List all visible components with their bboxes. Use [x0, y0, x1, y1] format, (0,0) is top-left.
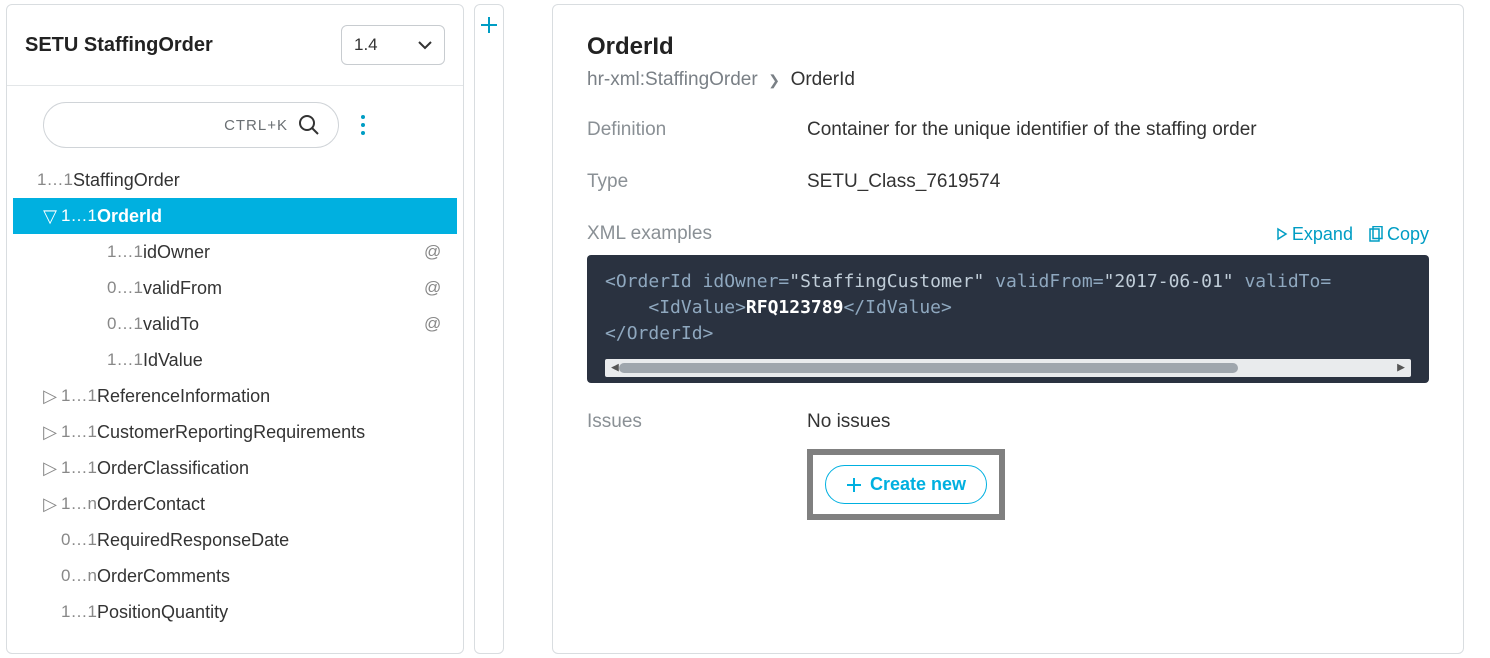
create-new-annotation: Create new [807, 449, 1005, 520]
copy-icon [1369, 226, 1383, 242]
tree-node-label: CustomerReportingRequirements [97, 422, 447, 443]
cardinality: 1…1 [61, 458, 97, 478]
chevron-down-icon [418, 40, 432, 50]
definition-row: Definition Container for the unique iden… [587, 119, 1429, 141]
tree-node-idOwner[interactable]: 1…1idOwner@ [13, 234, 457, 270]
xml-code-block: <OrderId idOwner="StaffingCustomer" vali… [587, 255, 1429, 383]
tree-node-label: RequiredResponseDate [97, 530, 447, 551]
type-row: Type SETU_Class_7619574 [587, 171, 1429, 193]
cardinality: 1…1 [107, 242, 143, 262]
tree-node-OrderComments[interactable]: 0…nOrderComments [13, 558, 457, 594]
tree-node-label: ReferenceInformation [97, 386, 447, 407]
tree-node-label: IdValue [143, 350, 447, 371]
tree-caret-icon[interactable]: ▷ [39, 494, 61, 515]
cardinality: 0…1 [107, 314, 143, 334]
tree-node-OrderId[interactable]: ▽1…1OrderId [13, 198, 457, 234]
attribute-marker-icon: @ [424, 242, 447, 262]
search-input[interactable]: CTRL+K [43, 102, 339, 148]
cardinality: 0…1 [107, 278, 143, 298]
page-title: OrderId [587, 33, 1429, 61]
tree-node-OrderContact[interactable]: ▷1…nOrderContact [13, 486, 457, 522]
tree-node-label: StaffingOrder [73, 170, 447, 191]
xml-code[interactable]: <OrderId idOwner="StaffingCustomer" vali… [605, 269, 1411, 347]
scrollbar-thumb[interactable] [619, 363, 1238, 373]
search-icon [298, 114, 320, 136]
detail-panel: OrderId hr-xml:StaffingOrder ❯ OrderId D… [552, 4, 1464, 654]
sidebar-header: SETU StaffingOrder 1.4 [7, 5, 463, 86]
scroll-left-icon: ◀ [611, 359, 619, 378]
search-row: CTRL+K [7, 86, 463, 158]
definition-label: Definition [587, 119, 807, 141]
tree-node-label: validTo [143, 314, 424, 335]
cardinality: 1…n [61, 494, 97, 514]
issues-value: No issues [807, 411, 1005, 433]
cardinality: 0…n [61, 566, 97, 586]
plus-icon [846, 477, 862, 493]
tree-node-validFrom[interactable]: 0…1validFrom@ [13, 270, 457, 306]
cardinality: 1…1 [61, 422, 97, 442]
tree-node-label: validFrom [143, 278, 424, 299]
plus-icon [479, 15, 499, 35]
scroll-right-icon: ▶ [1397, 359, 1405, 378]
xml-examples-header: XML examples Expand Copy [587, 223, 1429, 245]
version-value: 1.4 [354, 35, 378, 55]
type-label: Type [587, 171, 807, 193]
tree-node-label: OrderContact [97, 494, 447, 515]
tree-node-label: idOwner [143, 242, 424, 263]
tree-node-StaffingOrder[interactable]: 1…1StaffingOrder [13, 162, 457, 198]
schema-tree: 1…1StaffingOrder▽1…1OrderId1…1idOwner@0…… [7, 158, 463, 653]
expand-icon [1276, 227, 1288, 241]
create-new-button[interactable]: Create new [825, 465, 987, 504]
add-panel-strip[interactable] [474, 4, 504, 654]
tree-node-PositionQuantity[interactable]: 1…1PositionQuantity [13, 594, 457, 630]
more-menu-button[interactable] [347, 109, 379, 141]
tree-node-IdValue[interactable]: 1…1IdValue [13, 342, 457, 378]
tree-node-label: OrderId [97, 206, 447, 227]
tree-caret-icon[interactable]: ▷ [39, 386, 61, 407]
definition-value: Container for the unique identifier of t… [807, 119, 1257, 141]
cardinality: 1…1 [37, 170, 73, 190]
type-value: SETU_Class_7619574 [807, 171, 1000, 193]
cardinality: 1…1 [61, 602, 97, 622]
tree-node-OrderClassification[interactable]: ▷1…1OrderClassification [13, 450, 457, 486]
chevron-right-icon: ❯ [768, 72, 780, 88]
breadcrumb-current: OrderId [791, 69, 855, 90]
sidebar: SETU StaffingOrder 1.4 CTRL+K 1…1Staffin… [6, 4, 464, 654]
attribute-marker-icon: @ [424, 314, 447, 334]
code-horizontal-scrollbar[interactable]: ◀ ▶ [605, 359, 1411, 377]
sidebar-title: SETU StaffingOrder [25, 34, 341, 57]
xml-examples-label: XML examples [587, 223, 1260, 245]
issues-row: Issues No issues Create new [587, 411, 1429, 520]
cardinality: 1…1 [107, 350, 143, 370]
tree-node-label: OrderComments [97, 566, 447, 587]
version-select[interactable]: 1.4 [341, 25, 445, 65]
tree-node-RequiredResponseDate[interactable]: 0…1RequiredResponseDate [13, 522, 457, 558]
attribute-marker-icon: @ [424, 278, 447, 298]
issues-label: Issues [587, 411, 807, 520]
tree-caret-icon[interactable]: ▽ [39, 206, 61, 227]
tree-caret-icon[interactable]: ▷ [39, 458, 61, 479]
tree-node-ReferenceInformation[interactable]: ▷1…1ReferenceInformation [13, 378, 457, 414]
search-shortcut: CTRL+K [224, 117, 288, 134]
expand-button[interactable]: Expand [1276, 224, 1353, 245]
tree-node-label: OrderClassification [97, 458, 447, 479]
cardinality: 1…1 [61, 386, 97, 406]
tree-node-label: PositionQuantity [97, 602, 447, 623]
breadcrumb: hr-xml:StaffingOrder ❯ OrderId [587, 69, 1429, 91]
tree-caret-icon[interactable]: ▷ [39, 422, 61, 443]
tree-node-validTo[interactable]: 0…1validTo@ [13, 306, 457, 342]
tree-node-CustomerReportingRequirements[interactable]: ▷1…1CustomerReportingRequirements [13, 414, 457, 450]
cardinality: 0…1 [61, 530, 97, 550]
cardinality: 1…1 [61, 206, 97, 226]
breadcrumb-root[interactable]: hr-xml:StaffingOrder [587, 69, 758, 90]
copy-button[interactable]: Copy [1369, 224, 1429, 245]
